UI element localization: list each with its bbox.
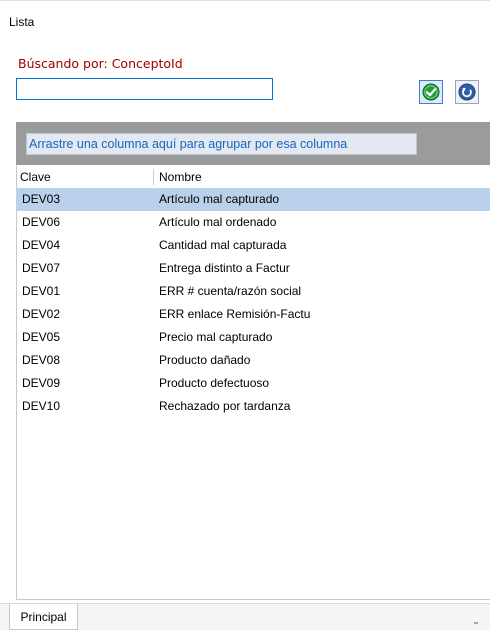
cell-clave: DEV02: [22, 307, 61, 321]
check-circle-icon: [422, 83, 440, 101]
table-row[interactable]: DEV01 ERR # cuenta/razón social: [16, 280, 490, 303]
cell-clave: DEV06: [22, 215, 61, 229]
accept-button[interactable]: [419, 80, 443, 104]
resize-grip[interactable]: [474, 622, 478, 624]
tab-principal[interactable]: Principal: [9, 604, 78, 630]
cell-nombre: Producto dañado: [159, 353, 251, 367]
undo-arrow-icon: [458, 83, 476, 101]
column-header-nombre[interactable]: Nombre: [159, 170, 202, 184]
grid-header: Clave Nombre: [16, 167, 490, 187]
cell-nombre: Precio mal capturado: [159, 330, 273, 344]
table-row[interactable]: DEV04 Cantidad mal capturada: [16, 234, 490, 257]
cell-clave: DEV04: [22, 238, 61, 252]
cell-clave: DEV05: [22, 330, 61, 344]
cell-clave: DEV08: [22, 353, 61, 367]
cell-clave: DEV10: [22, 399, 61, 413]
table-row[interactable]: DEV08 Producto dañado: [16, 349, 490, 372]
cell-clave: DEV03: [22, 192, 61, 206]
table-row[interactable]: DEV05 Precio mal capturado: [16, 326, 490, 349]
cell-clave: DEV07: [22, 261, 61, 275]
table-row[interactable]: DEV09 Producto defectuoso: [16, 372, 490, 395]
table-row[interactable]: DEV03 Artículo mal capturado: [16, 188, 490, 211]
cell-nombre: Artículo mal ordenado: [159, 215, 277, 229]
undo-button[interactable]: [455, 80, 479, 104]
table-row[interactable]: DEV10 Rechazado por tardanza: [16, 395, 490, 418]
table-row[interactable]: DEV07 Entrega distinto a Factur: [16, 257, 490, 280]
table-row[interactable]: DEV02 ERR enlace Remisión-Factu: [16, 303, 490, 326]
group-by-hint: Arrastre una columna aquí para agrupar p…: [26, 133, 417, 155]
cell-clave: DEV01: [22, 284, 61, 298]
window-title: Lista: [9, 15, 35, 29]
cell-clave: DEV09: [22, 376, 61, 390]
column-header-clave[interactable]: Clave: [20, 170, 51, 184]
window-top-border: [0, 0, 490, 5]
search-label: Búscando por: ConceptoId: [18, 56, 183, 71]
cell-nombre: Rechazado por tardanza: [159, 399, 291, 413]
cell-nombre: Entrega distinto a Factur: [159, 261, 290, 275]
cell-nombre: ERR # cuenta/razón social: [159, 284, 302, 298]
cell-nombre: Producto defectuoso: [159, 376, 270, 390]
cell-nombre: Artículo mal capturado: [159, 192, 280, 206]
cell-nombre: Cantidad mal capturada: [159, 238, 287, 252]
table-row[interactable]: DEV06 Artículo mal ordenado: [16, 211, 490, 234]
search-input[interactable]: [16, 78, 273, 100]
cell-nombre: ERR enlace Remisión-Factu: [159, 307, 311, 321]
grid-body: DEV03 Artículo mal capturado DEV06 Artíc…: [16, 188, 490, 418]
column-divider[interactable]: [153, 169, 154, 185]
